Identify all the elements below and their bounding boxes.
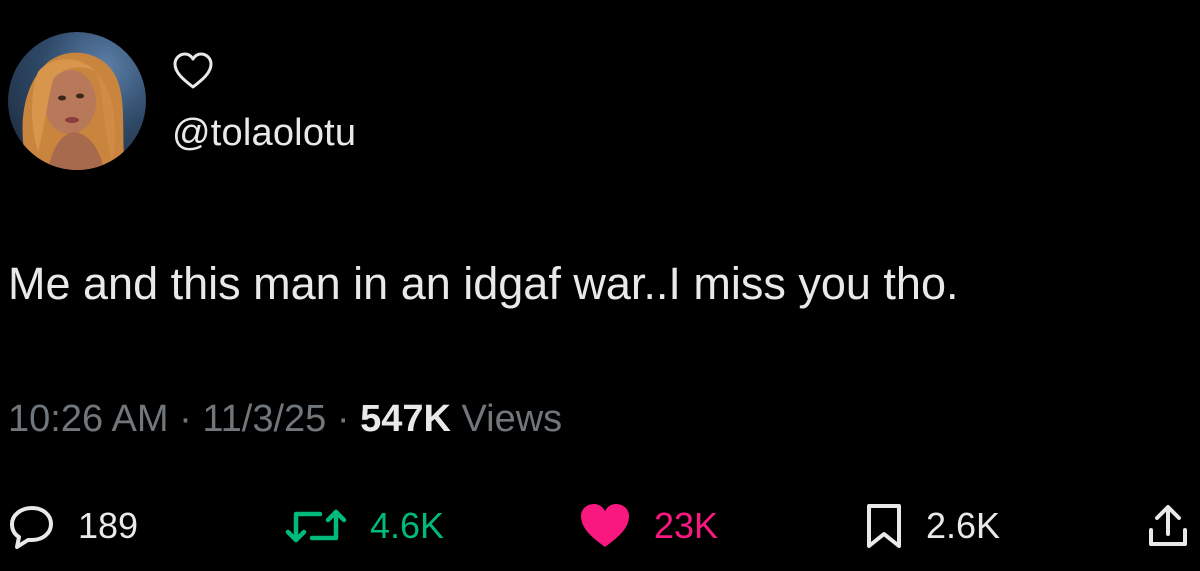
retweet-button[interactable]: 4.6K <box>284 498 444 554</box>
reply-count: 189 <box>78 505 139 546</box>
views-label: Views <box>450 398 563 440</box>
action-bar: 189 4.6K 23K 2.6K <box>0 498 1200 554</box>
tweet-card: @tolaolotu Me and this man in an idgaf w… <box>0 0 1200 571</box>
author-handle[interactable]: @tolaolotu <box>172 112 356 155</box>
bookmark-count: 2.6K <box>926 505 1001 546</box>
share-upload-icon <box>1146 502 1190 550</box>
tweet-time[interactable]: 10:26 AM <box>8 398 169 440</box>
tweet-meta: 10:26 AM · 11/3/25 · 547K Views <box>8 398 562 441</box>
heart-outline-icon <box>172 52 214 90</box>
avatar-image <box>22 52 127 170</box>
tweet-text: Me and this man in an idgaf war..I miss … <box>8 258 959 309</box>
meta-separator: · <box>168 398 203 440</box>
bookmark-button[interactable]: 2.6K <box>864 498 1000 554</box>
retweet-arrows-icon <box>284 502 348 550</box>
filled-heart-icon <box>578 502 632 550</box>
meta-separator: · <box>326 398 361 440</box>
retweet-count: 4.6K <box>370 505 445 546</box>
speech-bubble-icon <box>8 502 56 550</box>
bookmark-icon <box>864 502 904 550</box>
share-button[interactable] <box>1146 498 1190 554</box>
like-button[interactable]: 23K <box>578 498 718 554</box>
tweet-date[interactable]: 11/3/25 <box>202 398 326 440</box>
like-count: 23K <box>654 505 719 546</box>
reply-button[interactable]: 189 <box>8 498 138 554</box>
avatar[interactable] <box>8 32 146 170</box>
views-count: 547K <box>360 398 451 440</box>
